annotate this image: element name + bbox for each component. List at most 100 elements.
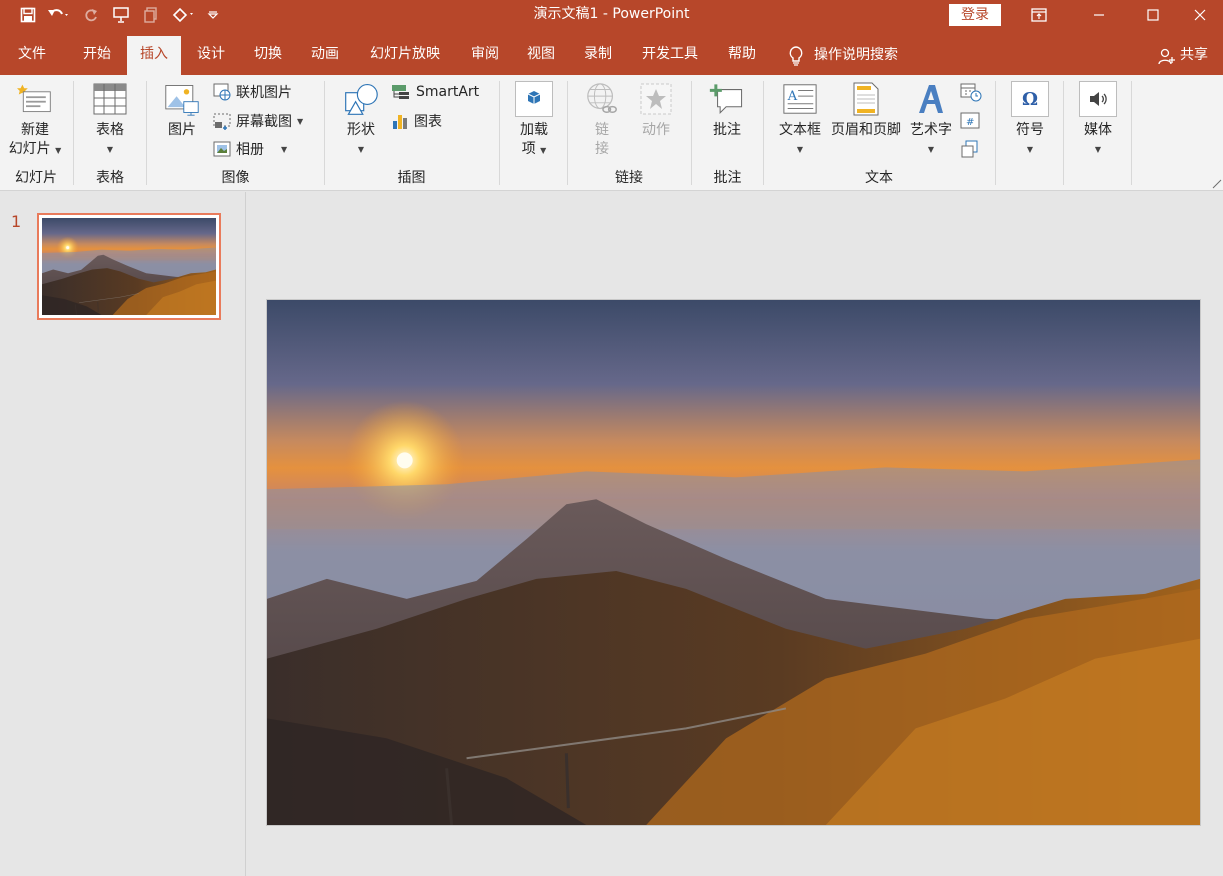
group-addins: 加载 项 ▼ (500, 75, 567, 191)
group-links: 链 接 动作 链接 (568, 75, 690, 191)
tab-transitions[interactable]: 切换 (241, 36, 295, 75)
ribbon-tabs: 文件 开始 插入 设计 切换 动画 幻灯片放映 审阅 视图 录制 开发工具 帮助… (0, 30, 1223, 75)
textbox-button[interactable]: A 文本框 ▼ (776, 81, 824, 159)
slide-number-button[interactable]: # (960, 110, 980, 132)
slide-number-icon: # (960, 112, 980, 129)
object-button[interactable] (960, 138, 980, 160)
action-label: 动作 (642, 122, 670, 138)
group-label-links: 链接 (615, 170, 643, 186)
group-text: A 文本框 ▼ 页眉和页脚 艺术字 ▼ # 文本 (764, 75, 994, 191)
collapse-ribbon-icon[interactable] (1212, 179, 1222, 189)
addins-label-1: 加载 (520, 122, 548, 138)
tab-insert[interactable]: 插入 (127, 36, 181, 75)
tab-help[interactable]: 帮助 (716, 36, 768, 75)
close-icon[interactable] (1177, 0, 1223, 30)
dropdown-arrow-icon: ▼ (297, 116, 304, 126)
chart-button[interactable]: 图表 (391, 110, 442, 132)
tab-file[interactable]: 文件 (6, 36, 58, 75)
action-button[interactable]: 动作 (634, 81, 678, 140)
copy-format-icon[interactable] (136, 0, 166, 30)
group-label-slides: 幻灯片 (15, 170, 57, 186)
header-footer-label: 页眉和页脚 (831, 122, 901, 138)
tab-review[interactable]: 审阅 (459, 36, 511, 75)
photo-album-icon (213, 141, 231, 157)
picture-button[interactable]: 图片 (159, 81, 205, 140)
svg-text:#: # (966, 117, 974, 128)
tab-design[interactable]: 设计 (184, 36, 238, 75)
link-globe-icon (584, 81, 620, 117)
save-icon[interactable] (14, 0, 42, 30)
dropdown-arrow-icon: ▼ (106, 145, 114, 154)
title-bar: 演示文稿1 - PowerPoint 登录 (0, 0, 1223, 30)
slide-canvas[interactable] (266, 299, 1201, 826)
link-label-2: 接 (595, 141, 609, 157)
online-pictures-label: 联机图片 (236, 85, 292, 101)
omega-icon: Ω (1011, 81, 1049, 117)
group-label-tables: 表格 (96, 170, 124, 186)
comment-button[interactable]: 批注 (704, 81, 750, 140)
mountain-sunset-picture[interactable] (267, 300, 1200, 825)
group-label-comments: 批注 (713, 170, 742, 186)
group-tables: 表格 ▼ 表格 (74, 75, 146, 191)
group-media: 媒体 ▼ (1064, 75, 1131, 191)
comment-label: 批注 (713, 122, 741, 138)
ribbon-insert: 新建 幻灯片 ▼ 幻灯片 表格 ▼ 表格 图片 联机图片 屏幕截图 ▼ 相册 ▼… (0, 75, 1223, 191)
slide-thumbnail[interactable] (37, 213, 221, 320)
textbox-label: 文本框 (779, 122, 821, 138)
new-slide-label-2: 幻灯片 (8, 141, 51, 157)
tab-record[interactable]: 录制 (572, 36, 624, 75)
link-button[interactable]: 链 接 (582, 81, 622, 159)
dropdown-arrow-icon: ▼ (281, 144, 288, 154)
login-button[interactable]: 登录 (949, 4, 1001, 26)
photo-album-button[interactable]: 相册 ▼ (213, 138, 287, 160)
slide-number: 1 (11, 212, 22, 231)
dropdown-arrow-icon: ▼ (927, 145, 935, 154)
redo-icon[interactable] (76, 0, 106, 30)
screenshot-icon (213, 113, 231, 130)
object-icon (961, 140, 978, 158)
ribbon-display-icon[interactable] (1016, 0, 1062, 30)
customize-icon[interactable] (202, 0, 224, 30)
wordart-icon (913, 81, 949, 117)
svg-text:A: A (787, 89, 798, 104)
present-icon[interactable] (106, 0, 136, 30)
undo-icon[interactable] (42, 0, 76, 30)
maximize-icon[interactable] (1130, 0, 1176, 30)
tell-me-search[interactable]: 操作说明搜索 (788, 36, 898, 75)
addins-button[interactable]: 加载 项 ▼ (512, 81, 556, 160)
smartart-button[interactable]: SmartArt (391, 81, 479, 103)
touch-mode-icon[interactable] (166, 0, 202, 30)
dropdown-arrow-icon: ▼ (796, 145, 804, 154)
speaker-icon (1079, 81, 1117, 117)
tab-view[interactable]: 视图 (515, 36, 567, 75)
slide-thumbnail-image (42, 218, 216, 315)
wordart-button[interactable]: 艺术字 ▼ (907, 81, 955, 159)
table-button[interactable]: 表格 ▼ (84, 81, 136, 159)
new-slide-button[interactable]: 新建 幻灯片 ▼ (4, 81, 66, 160)
table-label: 表格 (96, 122, 124, 138)
header-footer-button[interactable]: 页眉和页脚 (827, 81, 905, 140)
tab-slideshow[interactable]: 幻灯片放映 (360, 36, 450, 75)
tab-developer[interactable]: 开发工具 (632, 36, 708, 75)
media-button[interactable]: 媒体 ▼ (1076, 81, 1120, 159)
screenshot-label: 屏幕截图 (236, 114, 292, 130)
smartart-icon (392, 85, 409, 99)
chart-label: 图表 (414, 114, 442, 130)
comment-icon (709, 81, 745, 117)
tab-animations[interactable]: 动画 (298, 36, 352, 75)
share-label: 共享 (1180, 47, 1208, 63)
online-pictures-button[interactable]: 联机图片 (213, 81, 292, 103)
date-time-button[interactable] (960, 81, 982, 103)
share-button[interactable]: 共享 (1158, 36, 1208, 75)
tab-home[interactable]: 开始 (70, 36, 124, 75)
shapes-button[interactable]: 形状 ▼ (337, 81, 385, 159)
picture-icon (164, 81, 200, 117)
wordart-label: 艺术字 (910, 122, 952, 138)
quick-access-toolbar (0, 0, 224, 30)
screenshot-button[interactable]: 屏幕截图 ▼ (213, 110, 303, 132)
minimize-icon[interactable] (1076, 0, 1122, 30)
symbols-button[interactable]: Ω 符号 ▼ (1008, 81, 1052, 159)
addins-label-2: 项 (521, 141, 536, 157)
addins-icon (515, 81, 553, 117)
header-footer-icon (848, 81, 884, 117)
